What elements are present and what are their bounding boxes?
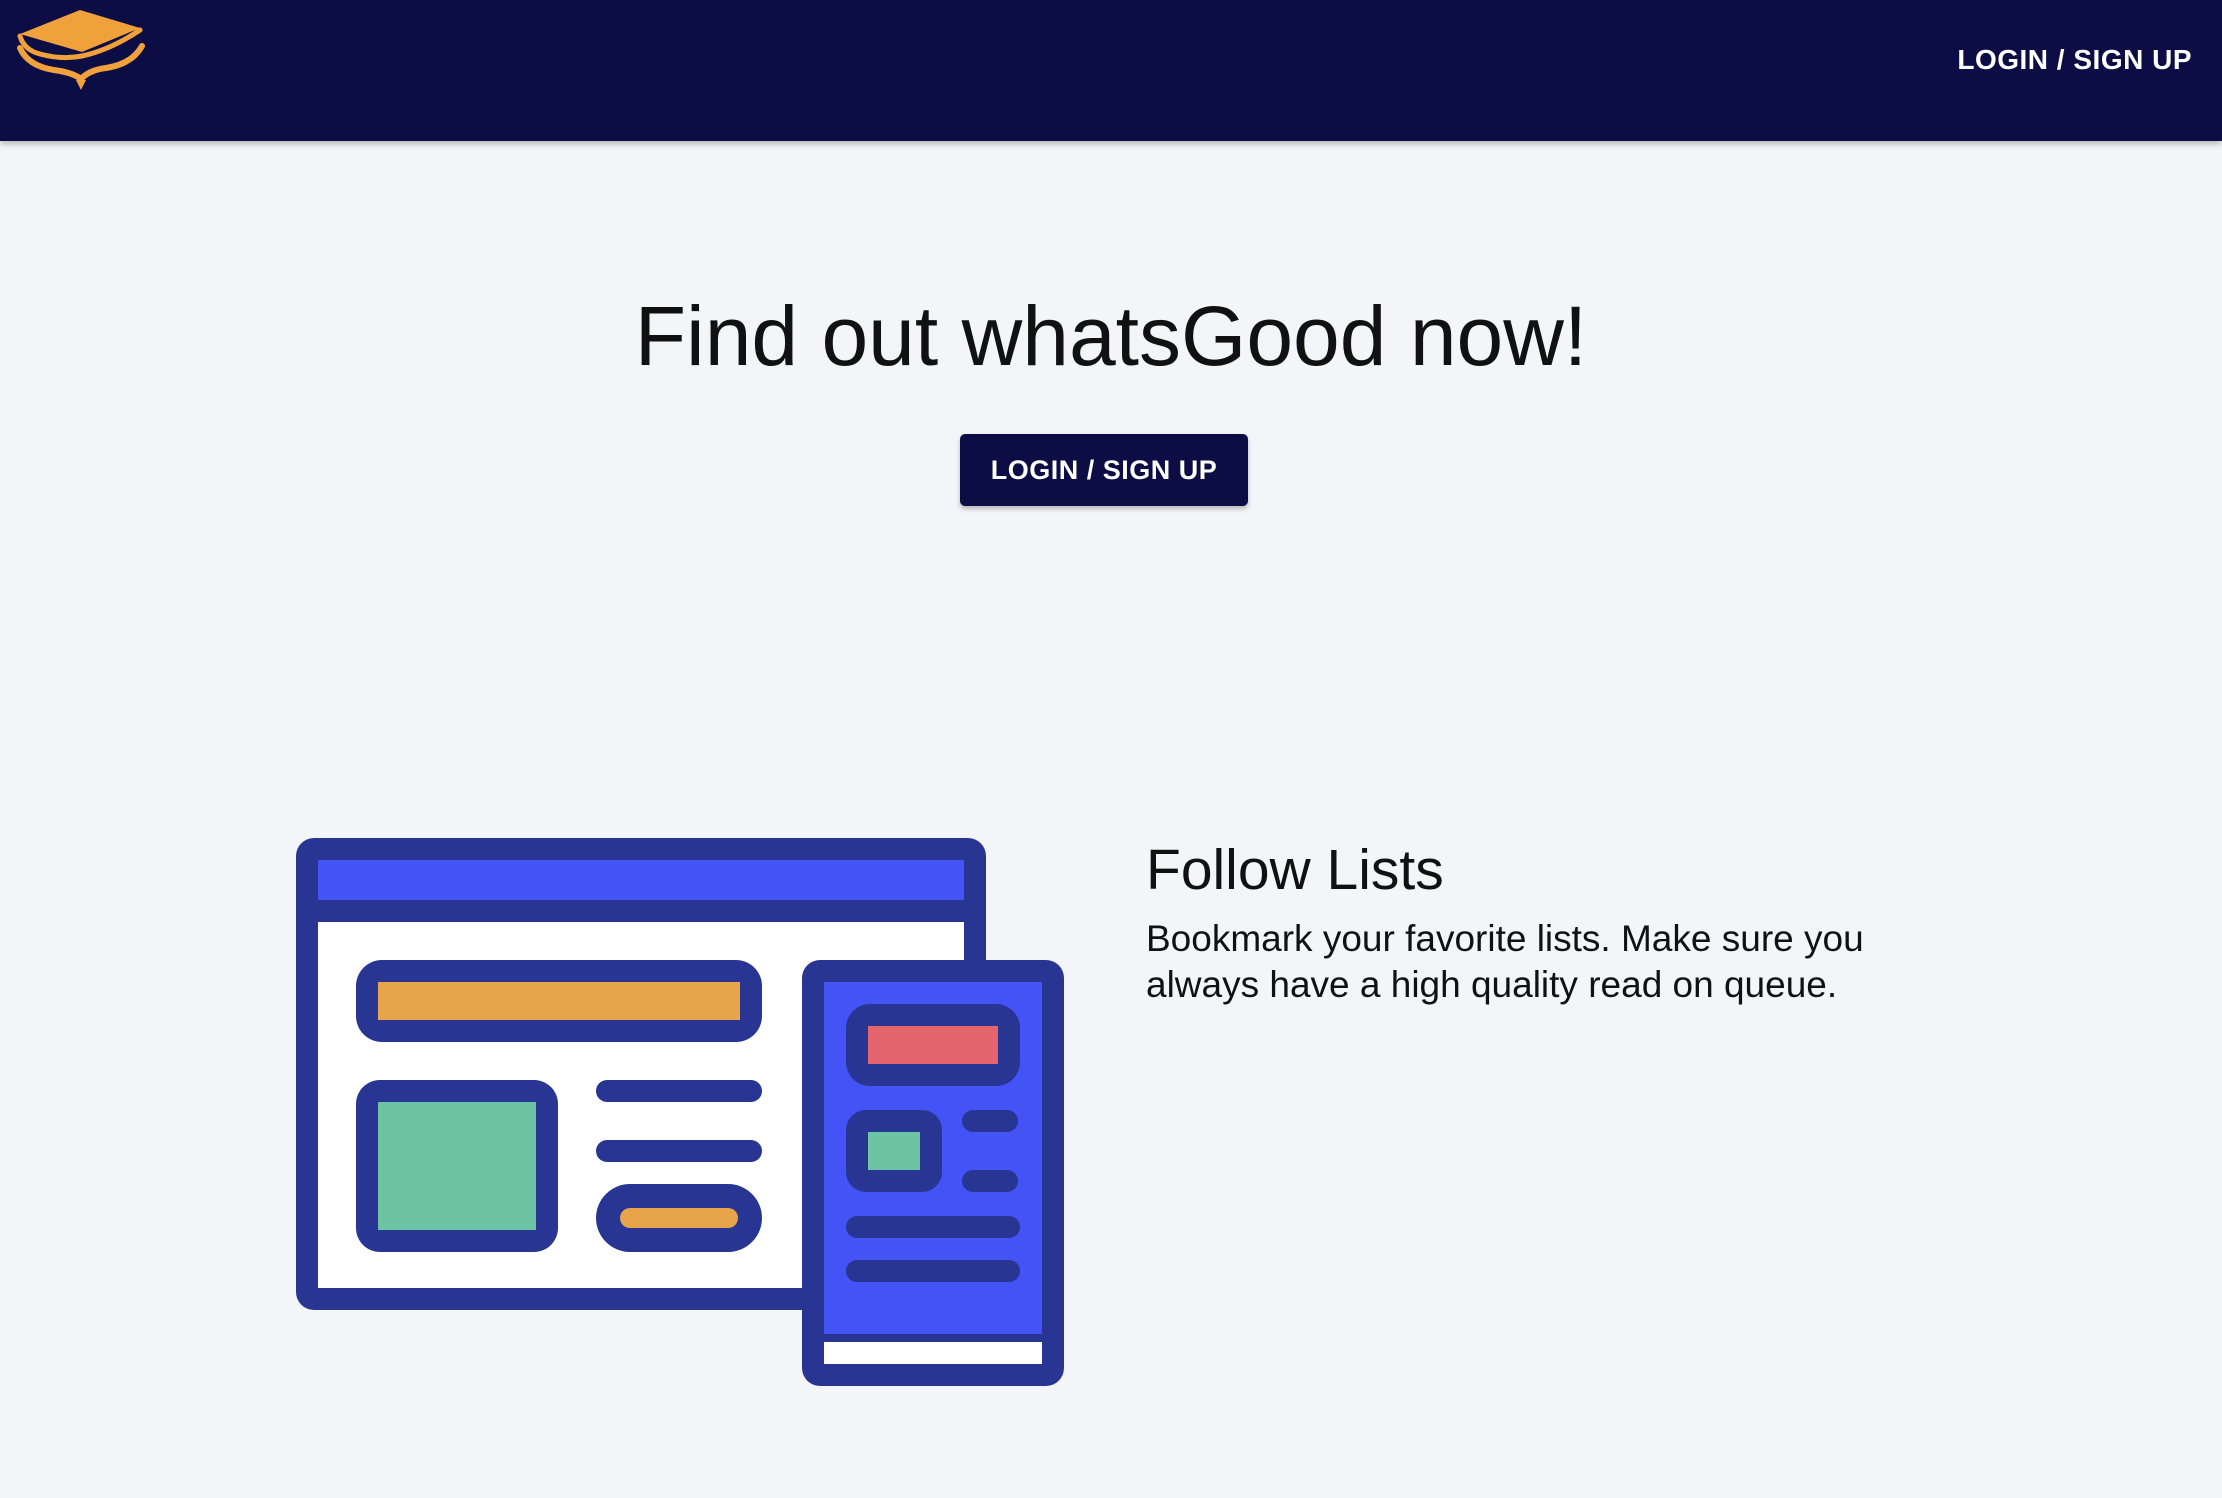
hero-login-signup-button[interactable]: LOGIN / SIGN UP — [960, 434, 1248, 506]
feature-description: Bookmark your favorite lists. Make sure … — [1146, 918, 1864, 1005]
book-stack-logo-icon[interactable] — [14, 6, 148, 94]
hero-title: Find out whatsGood now! — [634, 289, 1588, 383]
top-app-bar: LOGIN / SIGN UP — [0, 0, 2222, 141]
browser-and-phone-lists-illustration — [296, 838, 1064, 1388]
header-login-signup-link[interactable]: LOGIN / SIGN UP — [1957, 40, 2192, 80]
feature-title: Follow Lists — [1146, 838, 1444, 902]
